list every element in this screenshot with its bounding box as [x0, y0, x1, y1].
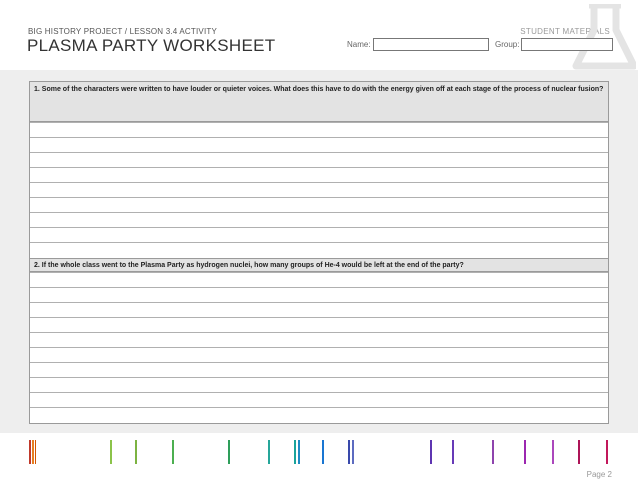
breadcrumb: BIG HISTORY PROJECT / LESSON 3.4 ACTIVIT… [28, 27, 217, 36]
answer-line[interactable] [30, 317, 608, 318]
spectrum-bar [29, 440, 31, 464]
answer-line[interactable] [30, 362, 608, 363]
name-label: Name: [347, 40, 371, 49]
name-field[interactable] [373, 38, 489, 51]
spectrum-bar [268, 440, 270, 464]
answer-line[interactable] [30, 197, 608, 198]
flask-icon [572, 4, 636, 70]
answer-line[interactable] [30, 392, 608, 393]
spectrum-bar [578, 440, 580, 464]
answer-sheet: 1. Some of the characters were written t… [29, 81, 609, 424]
worksheet-header: BIG HISTORY PROJECT / LESSON 3.4 ACTIVIT… [0, 0, 638, 70]
answer-line[interactable] [30, 332, 608, 333]
spectrum-bar [228, 440, 230, 464]
answer-line[interactable] [30, 167, 608, 168]
spectrum-bar [452, 440, 454, 464]
spectrum-bar [352, 440, 354, 464]
answer-line[interactable] [30, 182, 608, 183]
answer-line[interactable] [30, 347, 608, 348]
answer-line[interactable] [30, 407, 608, 408]
answer-line[interactable] [30, 122, 608, 123]
group-field[interactable] [521, 38, 613, 51]
spectrum-bar [172, 440, 174, 464]
spectrum-bar [430, 440, 432, 464]
group-label: Group: [495, 40, 520, 49]
spectrum-bar [322, 440, 324, 464]
answer-line[interactable] [30, 272, 608, 273]
question-2: 2. If the whole class went to the Plasma… [30, 258, 608, 272]
spectrum-bar [492, 440, 494, 464]
page-title: PLASMA PARTY WORKSHEET [27, 36, 276, 55]
answer-line[interactable] [30, 137, 608, 138]
spectrum-bars [0, 440, 638, 466]
spectrum-bar [524, 440, 526, 464]
answer-line[interactable] [30, 227, 608, 228]
answer-line[interactable] [30, 287, 608, 288]
spectrum-bar [606, 440, 608, 464]
answer-line[interactable] [30, 152, 608, 153]
spectrum-bar [294, 440, 296, 464]
page-number: Page 2 [586, 470, 612, 479]
spectrum-bar [348, 440, 350, 464]
spectrum-bar [298, 440, 300, 464]
spectrum-bar [32, 440, 34, 464]
answer-line[interactable] [30, 242, 608, 243]
answer-line[interactable] [30, 302, 608, 303]
answer-line[interactable] [30, 377, 608, 378]
spectrum-bar [35, 440, 36, 464]
spectrum-bar [552, 440, 554, 464]
spectrum-bar [110, 440, 112, 464]
question-1: 1. Some of the characters were written t… [30, 82, 608, 122]
answer-line[interactable] [30, 212, 608, 213]
spectrum-bar [135, 440, 137, 464]
